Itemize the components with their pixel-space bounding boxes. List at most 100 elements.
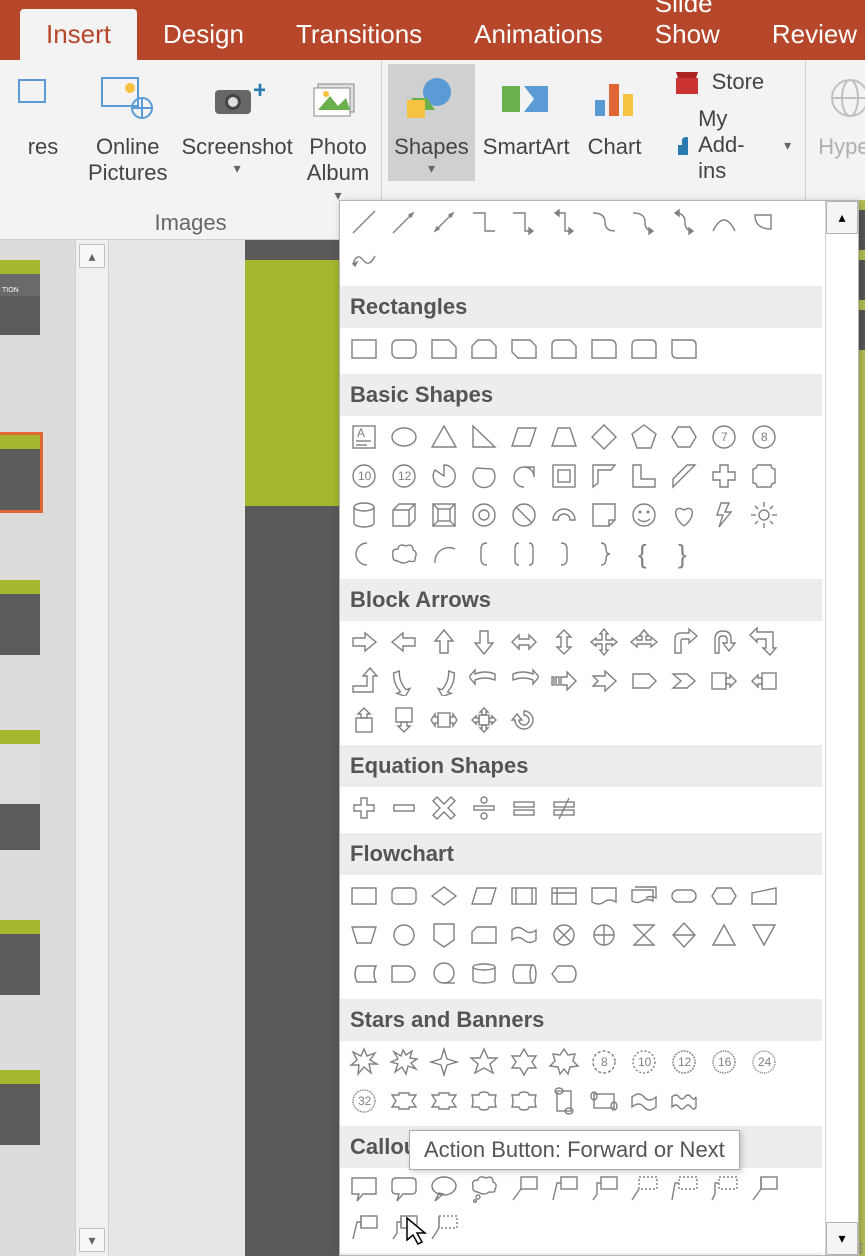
shape-callout-accent1[interactable] (744, 1170, 783, 1208)
shape-pentagon[interactable] (624, 418, 663, 456)
shape-hexagon[interactable] (664, 418, 703, 456)
shape-arc[interactable] (424, 535, 463, 573)
photo-album-button[interactable]: Photo Album▾ (301, 64, 375, 208)
shape-dodecagon[interactable]: 12 (384, 457, 423, 495)
shape-fc-predefined[interactable] (504, 877, 543, 915)
shape-star24[interactable]: 24 (744, 1043, 783, 1081)
shape-plaque[interactable] (744, 457, 783, 495)
shape-arrow-updown[interactable] (544, 623, 583, 661)
shape-arrow-striped[interactable] (544, 662, 583, 700)
screenshot-button[interactable]: + Screenshot▾ (175, 64, 298, 181)
shape-callout-accent2[interactable] (344, 1209, 383, 1247)
shape-arc-line[interactable] (704, 203, 743, 241)
shape-fc-collate[interactable] (624, 916, 663, 954)
shapes-button[interactable]: Shapes▾ (388, 64, 475, 181)
shape-line[interactable] (344, 203, 383, 241)
shape-fc-manual-input[interactable] (744, 877, 783, 915)
shape-star5[interactable] (464, 1043, 503, 1081)
shape-elbow[interactable] (464, 203, 503, 241)
slide-thumbnail-6[interactable] (0, 1070, 40, 1145)
tab-insert[interactable]: Insert (20, 9, 137, 60)
shape-pie[interactable] (424, 457, 463, 495)
shape-fc-offpage[interactable] (424, 916, 463, 954)
shape-block-arc[interactable] (544, 496, 583, 534)
shape-bevel[interactable] (424, 496, 463, 534)
shape-horiz-scroll[interactable] (584, 1082, 623, 1120)
shape-ribbon-up[interactable] (384, 1082, 423, 1120)
shape-callout-round[interactable] (384, 1170, 423, 1208)
shape-donut[interactable] (464, 496, 503, 534)
shape-fc-internal[interactable] (544, 877, 583, 915)
shape-arrow-uturn[interactable] (704, 623, 743, 661)
shape-oval[interactable] (384, 418, 423, 456)
shape-round-single[interactable] (584, 330, 623, 368)
shape-equal[interactable] (504, 789, 543, 827)
shape-chevron[interactable] (664, 662, 703, 700)
shape-fc-decision[interactable] (424, 877, 463, 915)
slide-thumbnail-5[interactable] (0, 920, 40, 995)
shape-round-same[interactable] (624, 330, 663, 368)
shape-ribbon-down[interactable] (424, 1082, 463, 1120)
shape-star8[interactable]: 8 (584, 1043, 623, 1081)
shape-right-brace-single[interactable] (584, 535, 623, 573)
shape-arrow-curve-up[interactable] (464, 662, 503, 700)
chart-button[interactable]: Chart (578, 64, 652, 164)
shape-star10[interactable]: 10 (624, 1043, 663, 1081)
shape-heptagon[interactable]: 7 (704, 418, 743, 456)
shape-callout-border2[interactable] (704, 1170, 743, 1208)
scroll-up-button[interactable]: ▴ (79, 244, 105, 268)
shape-fc-process[interactable] (344, 877, 383, 915)
shape-chord-line[interactable] (744, 203, 783, 241)
shape-fc-connector[interactable] (384, 916, 423, 954)
shape-curve-arrow[interactable] (624, 203, 663, 241)
shape-explosion2[interactable] (384, 1043, 423, 1081)
shape-octagon[interactable]: 8 (744, 418, 783, 456)
shape-double-bracket[interactable] (504, 535, 543, 573)
shape-fc-summing[interactable] (544, 916, 583, 954)
shape-wave[interactable] (624, 1082, 663, 1120)
shape-moon[interactable] (344, 535, 383, 573)
smartart-button[interactable]: SmartArt (477, 64, 576, 164)
tab-transitions[interactable]: Transitions (270, 9, 448, 60)
shape-cross[interactable] (704, 457, 743, 495)
shape-fc-direct[interactable] (504, 955, 543, 993)
shape-arrow-curve-left[interactable] (424, 662, 463, 700)
shape-right-bracket[interactable] (544, 535, 583, 573)
shape-callout-cloud[interactable] (464, 1170, 503, 1208)
shape-fc-altprocess[interactable] (384, 877, 423, 915)
shape-arrow-callout-down[interactable] (384, 701, 423, 739)
shape-half-frame[interactable] (584, 457, 623, 495)
shape-rectangle[interactable] (344, 330, 383, 368)
shape-snip-round[interactable] (544, 330, 583, 368)
shape-chord[interactable] (464, 457, 503, 495)
shape-arrow-three[interactable] (624, 623, 663, 661)
shape-round-diagonal[interactable] (664, 330, 703, 368)
shape-multiply[interactable] (424, 789, 463, 827)
shape-arrow-pentagon[interactable] (624, 662, 663, 700)
shape-frame[interactable] (544, 457, 583, 495)
shape-fc-delay[interactable] (384, 955, 423, 993)
shape-plus[interactable] (344, 789, 383, 827)
shape-fc-tape[interactable] (504, 916, 543, 954)
shape-callout-line4[interactable] (624, 1170, 663, 1208)
shape-callout-border1[interactable] (664, 1170, 703, 1208)
shape-l-shape[interactable] (624, 457, 663, 495)
shape-cloud[interactable] (384, 535, 423, 573)
slide-thumbnail-3[interactable] (0, 580, 40, 655)
thumbnail-scrollbar[interactable]: ▴ ▾ (75, 240, 109, 1256)
shape-fc-sort[interactable] (664, 916, 703, 954)
shape-star16[interactable]: 16 (704, 1043, 743, 1081)
shape-callout-line1[interactable] (504, 1170, 543, 1208)
shape-trapezoid[interactable] (544, 418, 583, 456)
shape-textbox[interactable]: A (344, 418, 383, 456)
shape-arrow-curve-right[interactable] (384, 662, 423, 700)
shape-arrow-bent[interactable] (664, 623, 703, 661)
shape-fc-data[interactable] (464, 877, 503, 915)
shape-fc-manual-op[interactable] (344, 916, 383, 954)
shape-fc-extract[interactable] (704, 916, 743, 954)
shape-fc-or[interactable] (584, 916, 623, 954)
shape-minus[interactable] (384, 789, 423, 827)
shape-arrow-callout-lr[interactable] (424, 701, 463, 739)
shape-arrow-bentup[interactable] (344, 662, 383, 700)
shape-arrow-leftright[interactable] (504, 623, 543, 661)
